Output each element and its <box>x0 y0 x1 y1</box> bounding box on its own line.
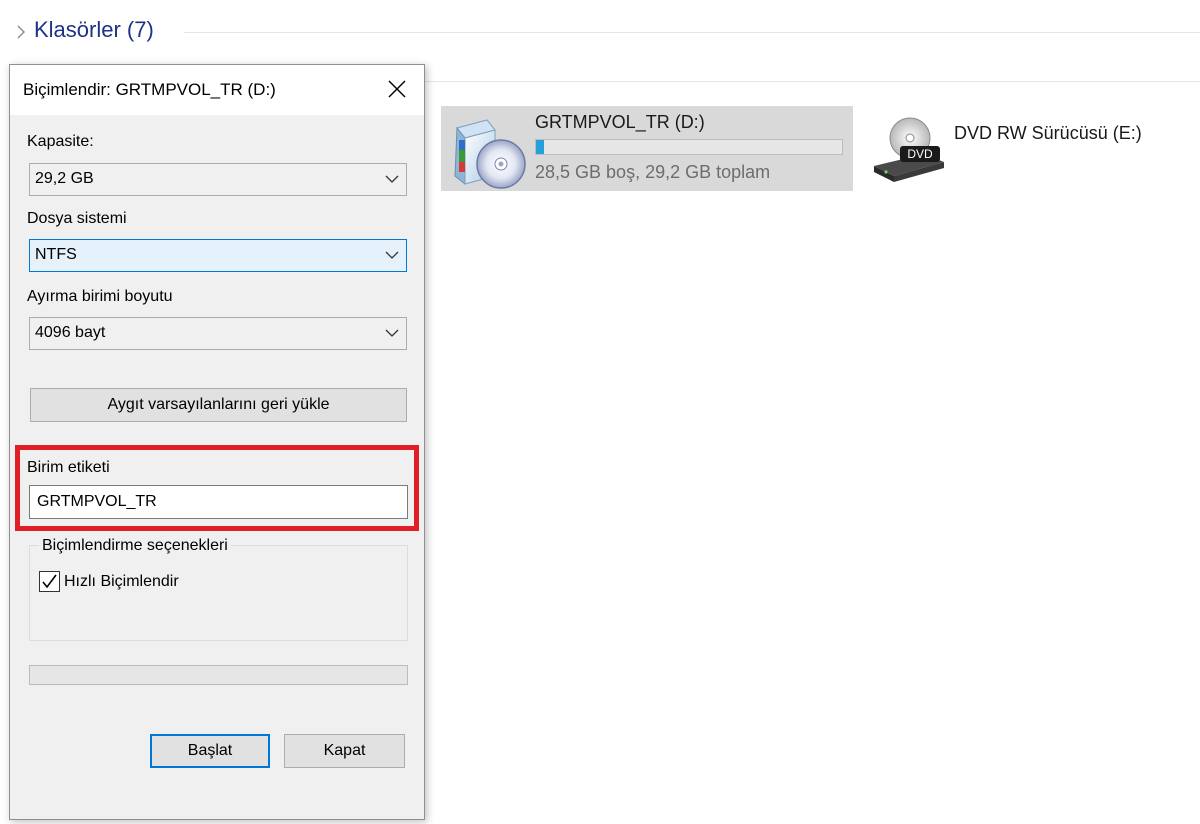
start-button[interactable]: Başlat <box>150 734 270 768</box>
filesystem-value: NTFS <box>35 246 77 263</box>
filesystem-label: Dosya sistemi <box>27 210 127 227</box>
allocation-size-dropdown[interactable]: 4096 bayt <box>29 317 407 350</box>
drives-divider <box>425 81 1200 82</box>
drive-d-name: GRTMPVOL_TR (D:) <box>535 112 705 132</box>
dialog-title: Biçimlendir: GRTMPVOL_TR (D:) <box>23 80 276 99</box>
drive-d-tile[interactable]: GRTMPVOL_TR (D:) 28,5 GB boş, 29,2 GB to… <box>441 106 853 191</box>
volume-label-label: Birim etiketi <box>27 459 110 476</box>
format-options-group <box>29 545 408 641</box>
close-icon <box>388 80 406 98</box>
dvd-drive-icon: DVD <box>874 117 944 182</box>
folders-section-title: Klasörler (7) <box>34 17 154 42</box>
drive-d-usage-bar <box>535 139 843 155</box>
drive-e-tile[interactable]: DVD DVD RW Sürücüsü (E:) <box>866 106 1186 191</box>
quick-format-checkbox[interactable] <box>39 571 60 592</box>
drive-d-usage-fill <box>536 140 545 154</box>
format-progress-bar <box>29 665 408 685</box>
volume-label-value: GRTMPVOL_TR <box>37 493 157 510</box>
dialog-titlebar[interactable]: Biçimlendir: GRTMPVOL_TR (D:) <box>10 65 424 115</box>
capacity-value: 29,2 GB <box>35 170 94 187</box>
dvd-badge-text: DVD <box>907 147 933 161</box>
quick-format-label[interactable]: Hızlı Biçimlendir <box>64 573 179 591</box>
checkmark-icon <box>42 574 57 589</box>
format-dialog: Biçimlendir: GRTMPVOL_TR (D:) Kapasite: … <box>9 64 425 820</box>
install-disc-drive-icon <box>454 119 526 189</box>
chevron-down-icon <box>385 251 399 259</box>
chevron-down-icon <box>385 175 399 183</box>
capacity-label: Kapasite: <box>27 133 94 150</box>
drive-e-name: DVD RW Sürücüsü (E:) <box>954 123 1142 143</box>
allocation-label: Ayırma birimi boyutu <box>27 288 173 305</box>
capacity-dropdown[interactable]: 29,2 GB <box>29 163 407 196</box>
volume-label-input[interactable]: GRTMPVOL_TR <box>29 485 408 519</box>
format-options-legend: Biçimlendirme seçenekleri <box>39 537 231 555</box>
folders-section-header[interactable]: Klasörler (7) <box>8 14 1200 50</box>
restore-defaults-button[interactable]: Aygıt varsayılanlarını geri yükle <box>30 388 407 422</box>
allocation-value: 4096 bayt <box>35 324 106 341</box>
drive-d-free-space: 28,5 GB boş, 29,2 GB toplam <box>535 162 771 182</box>
chevron-right-icon <box>17 25 25 39</box>
chevron-down-icon <box>385 329 399 337</box>
close-button[interactable] <box>376 71 418 107</box>
filesystem-dropdown[interactable]: NTFS <box>29 239 407 272</box>
section-divider <box>184 32 1200 33</box>
close-dialog-button[interactable]: Kapat <box>284 734 405 768</box>
